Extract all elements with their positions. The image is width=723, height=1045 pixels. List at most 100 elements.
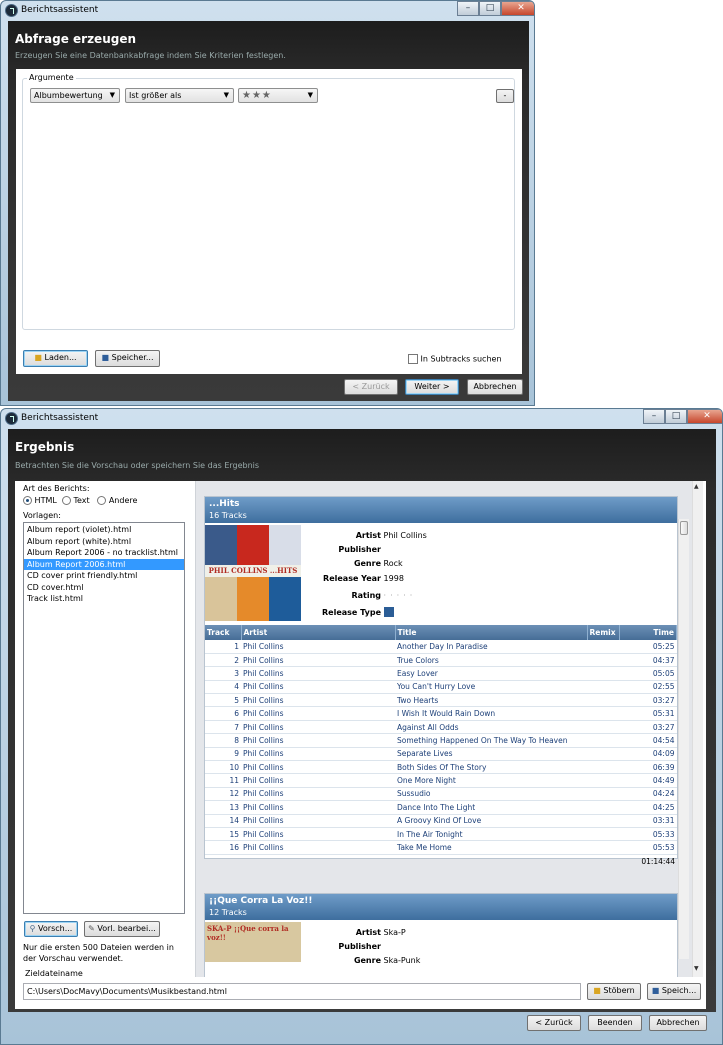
cover-text: SKA-P ¡¡Que corra la voz!! — [207, 924, 289, 942]
track-number: 3 — [205, 666, 241, 681]
floppy-icon: ■ — [651, 986, 660, 995]
table-row: 5 Phil Collins Two Hearts 03:27 — [205, 693, 677, 708]
list-item[interactable]: Album report (violet).html — [24, 524, 184, 536]
album-scrollbar[interactable] — [678, 519, 689, 959]
list-item[interactable]: Album Report 2006 - no tracklist.html — [24, 547, 184, 559]
page-title: Abfrage erzeugen — [15, 32, 137, 46]
track-number: 8 — [205, 733, 241, 748]
scroll-up-icon[interactable]: ▲ — [694, 483, 699, 490]
cancel-button[interactable]: Abbrechen — [649, 1015, 707, 1031]
list-item[interactable]: Album report (white).html — [24, 536, 184, 548]
table-row: 3 Phil Collins Easy Lover 05:05 — [205, 666, 677, 681]
list-item[interactable]: CD cover print friendly.html — [24, 570, 184, 582]
track-title: I Wish It Would Rain Down — [395, 706, 587, 721]
col-time: Time — [619, 625, 677, 640]
maximize-button[interactable]: □ — [479, 1, 501, 16]
album-header: ...Hits 16 Tracks — [205, 497, 677, 523]
list-item[interactable]: CD cover.html — [24, 582, 184, 594]
preview-scrollbar[interactable]: ▲ ▼ — [692, 481, 703, 977]
track-title: Dance Into The Light — [395, 800, 587, 815]
minimize-button[interactable]: – — [457, 1, 479, 16]
table-row: 13 Phil Collins Dance Into The Light 04:25 — [205, 800, 677, 815]
preview-pane[interactable]: ...Hits 16 Tracks PHIL COLLINS ...HITS A… — [195, 481, 703, 977]
track-title: Two Hearts — [395, 693, 587, 708]
magnifier-icon: ⚲ — [29, 924, 36, 933]
page-title: Ergebnis — [15, 440, 75, 454]
title-bar: Berichtsassistent – □ ✕ — [1, 409, 722, 429]
finish-button[interactable]: Beenden — [588, 1015, 642, 1031]
track-number: 5 — [205, 693, 241, 708]
back-button[interactable]: < Zurück — [344, 379, 398, 395]
field-combo[interactable]: Albumbewertung ▼ — [30, 88, 120, 103]
track-time: 03:27 — [619, 693, 677, 708]
track-remix — [587, 773, 619, 788]
window-title: Berichtsassistent — [21, 413, 99, 423]
track-number: 2 — [205, 653, 241, 668]
subtracks-option[interactable]: In Subtracks suchen — [408, 354, 502, 364]
track-time: 05:53 — [619, 840, 677, 855]
radio-other[interactable]: Andere — [97, 496, 137, 505]
cover-text: PHIL COLLINS ...HITS — [205, 565, 301, 577]
templates-label: Vorlagen: — [23, 511, 61, 520]
track-time: 04:25 — [619, 800, 677, 815]
templates-list[interactable]: Album report (violet).html Album report … — [23, 522, 185, 914]
chevron-down-icon: ▼ — [109, 91, 115, 99]
track-remix — [587, 640, 619, 654]
remove-criterion-button[interactable]: - — [496, 89, 514, 103]
genre-key: Genre — [353, 559, 381, 569]
edit-template-button[interactable]: ✎ Vorl. bearbei... — [84, 921, 160, 937]
back-button[interactable]: < Zurück — [527, 1015, 581, 1031]
preview-button[interactable]: ⚲ Vorsch... — [24, 921, 78, 937]
track-time: 04:24 — [619, 787, 677, 802]
load-button[interactable]: ■ Laden... — [23, 350, 88, 367]
close-button[interactable]: ✕ — [687, 409, 722, 424]
track-time: 05:33 — [619, 827, 677, 842]
save-report-button[interactable]: ■ Speich... — [647, 983, 701, 1000]
table-row: 12 Phil Collins Sussudio 04:24 — [205, 787, 677, 802]
album-track-count: 12 Tracks — [209, 908, 247, 917]
minimize-button[interactable]: – — [643, 409, 665, 424]
edit-icon: ✎ — [88, 924, 95, 933]
track-artist: Phil Collins — [241, 720, 395, 735]
criteria-panel: Argumente Albumbewertung ▼ Ist größer als… — [16, 69, 522, 374]
list-item[interactable]: Track list.html — [24, 593, 184, 605]
result-wizard-window: Berichtsassistent – □ ✕ Ergebnis Betrach… — [0, 408, 723, 1045]
table-row: 10 Phil Collins Both Sides Of The Story 06:… — [205, 760, 677, 775]
folder-icon: ■ — [593, 986, 601, 995]
track-number: 16 — [205, 840, 241, 855]
save-query-button[interactable]: ■ Speicher... — [95, 350, 160, 367]
radio-text[interactable]: Text — [61, 496, 90, 505]
genre-value: Rock — [383, 559, 403, 569]
rating-key: Rating — [351, 590, 381, 600]
track-artist: Phil Collins — [241, 814, 395, 828]
subtracks-checkbox[interactable] — [408, 354, 418, 364]
track-remix — [587, 733, 619, 748]
target-file-input[interactable]: C:\Users\DocMavy\Documents\Musikbestand.… — [23, 983, 581, 1000]
operator-combo[interactable]: Ist größer als ▼ — [125, 88, 234, 103]
track-artist: Phil Collins — [241, 747, 395, 762]
arguments-label: Argumente — [27, 73, 76, 82]
track-remix — [587, 840, 619, 855]
track-artist: Phil Collins — [241, 787, 395, 802]
track-time: 02:55 — [619, 680, 677, 695]
value-combo[interactable]: ★★★ ▼ — [238, 88, 318, 103]
album-card: ¡¡Que Corra La Voz!! 12 Tracks SKA-P ¡¡Q… — [204, 893, 678, 977]
track-remix — [587, 720, 619, 735]
album-info: Artist Phil Collins Publisher Genre Rock… — [305, 529, 565, 620]
release-type-icon — [383, 607, 394, 618]
scroll-down-icon[interactable]: ▼ — [694, 965, 699, 972]
album-cover-image: SKA-P ¡¡Que corra la voz!! — [205, 922, 301, 962]
scroll-thumb[interactable] — [680, 521, 688, 535]
cancel-button[interactable]: Abbrechen — [467, 379, 523, 395]
track-artist: Phil Collins — [241, 666, 395, 681]
next-button[interactable]: Weiter > — [405, 379, 459, 395]
maximize-button[interactable]: □ — [665, 409, 687, 424]
radio-html[interactable]: HTML — [23, 496, 57, 505]
col-artist: Artist — [241, 625, 396, 640]
close-button[interactable]: ✕ — [501, 1, 534, 16]
track-title: Easy Lover — [395, 666, 587, 681]
track-remix — [587, 800, 619, 815]
browse-button[interactable]: ■ Stöbern — [587, 983, 641, 1000]
table-row: 7 Phil Collins Against All Odds 03:27 — [205, 720, 677, 735]
list-item-selected[interactable]: Album Report 2006.html — [24, 558, 184, 570]
